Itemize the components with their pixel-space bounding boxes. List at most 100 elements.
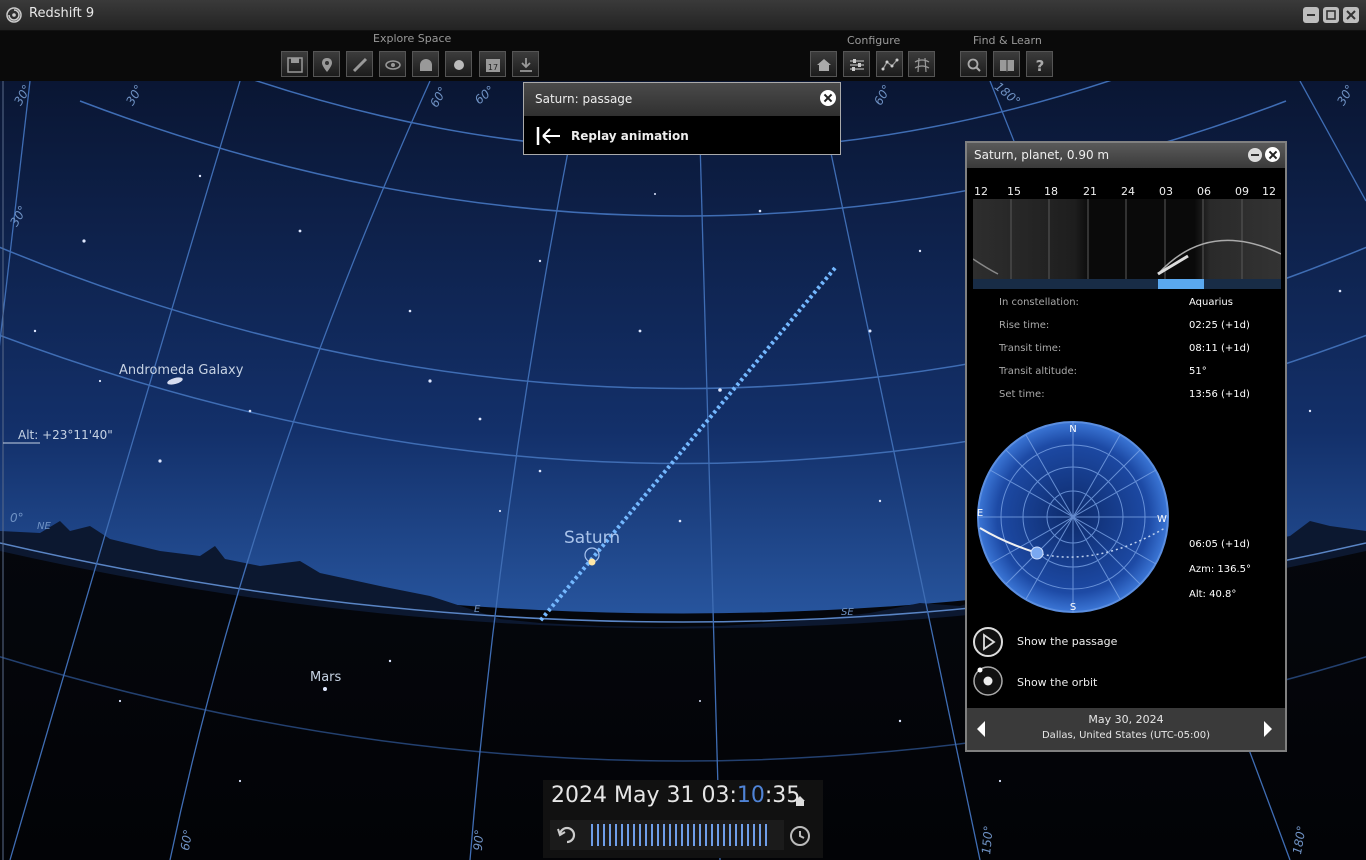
hour-tick: 06 <box>1197 185 1211 198</box>
download-button[interactable] <box>512 51 539 77</box>
compass-south: S <box>1070 602 1076 613</box>
grid-label: 150° <box>979 824 996 856</box>
view-button[interactable] <box>379 51 406 77</box>
time-flow-slider[interactable] <box>550 820 784 850</box>
help-icon: ? <box>1036 57 1045 74</box>
date-navigation: May 30, 2024 Dallas, United States (UTC-… <box>967 708 1285 750</box>
telescope-icon <box>352 57 368 73</box>
hour-tick: 12 <box>974 185 988 198</box>
eye-icon <box>385 60 401 70</box>
hour-tick: 18 <box>1044 185 1058 198</box>
sky-compass-chart[interactable]: N E S W <box>975 418 1175 618</box>
compass-west: W <box>1157 514 1167 525</box>
hour-tick: 03 <box>1159 185 1173 198</box>
saturn-label[interactable]: Saturn <box>564 528 620 548</box>
info-row-label: Transit time: <box>999 343 1062 354</box>
info-row-label: Set time: <box>999 389 1045 400</box>
altitude-readout: Alt: +23°11'40" <box>18 428 113 442</box>
info-row-value: 02:25 (+1d) <box>1189 320 1250 331</box>
info-row-value: 51° <box>1189 366 1207 377</box>
visibility-graph[interactable] <box>973 199 1281 289</box>
object-info-panel: Saturn, planet, 0.90 m 12 15 18 21 24 03… <box>965 141 1287 752</box>
time-control: 2024 May 31 03:10:35 <box>543 780 823 858</box>
mars-label[interactable]: Mars <box>310 670 341 685</box>
configure-label: Configure <box>847 34 901 47</box>
download-icon <box>520 58 532 72</box>
svg-text:17: 17 <box>488 63 498 72</box>
show-orbit-button[interactable]: Show the orbit <box>1017 676 1097 689</box>
history-icon[interactable] <box>788 824 812 848</box>
replay-animation-button[interactable]: Replay animation <box>571 129 689 143</box>
sky-objects-button[interactable] <box>445 51 472 77</box>
settings-button[interactable] <box>843 51 870 77</box>
grid-button[interactable] <box>908 51 935 77</box>
passage-popup: Saturn: passage Replay animation <box>523 82 841 155</box>
constellations-button[interactable] <box>876 51 903 77</box>
next-day-icon[interactable] <box>1262 720 1274 738</box>
position-time: 06:05 (+1d) <box>1189 539 1250 550</box>
popup-close-button[interactable] <box>820 90 836 106</box>
grid-icon <box>914 57 930 73</box>
help-button[interactable]: ? <box>1026 51 1053 77</box>
popup-header: Saturn: passage <box>524 83 840 116</box>
horizon-label-se: SE <box>841 607 854 618</box>
play-passage-icon[interactable] <box>972 626 1004 658</box>
home-button[interactable] <box>810 51 837 77</box>
search-icon <box>967 58 981 72</box>
show-passage-button[interactable]: Show the passage <box>1017 635 1117 648</box>
info-row-value: 08:11 (+1d) <box>1189 343 1250 354</box>
info-row-label: Rise time: <box>999 320 1050 331</box>
observatory-icon <box>420 59 432 71</box>
hour-tick: 24 <box>1121 185 1135 198</box>
date-time-display[interactable]: 2024 May 31 03:10:35 <box>551 783 800 808</box>
home-time-icon[interactable] <box>794 795 806 807</box>
info-panel-header: Saturn, planet, 0.90 m <box>967 143 1285 168</box>
panel-date: May 30, 2024 <box>1088 713 1164 726</box>
library-button[interactable] <box>993 51 1020 77</box>
planet-icon <box>454 60 464 70</box>
hour-tick: 12 <box>1262 185 1276 198</box>
info-row-value: Aquarius <box>1189 297 1233 308</box>
hour-tick: 15 <box>1007 185 1021 198</box>
compass-east: E <box>977 508 983 519</box>
replay-arrow-icon[interactable] <box>536 126 562 146</box>
minimize-button[interactable] <box>1303 7 1319 23</box>
clock-minutes[interactable]: 10 <box>737 783 765 808</box>
panel-location: Dallas, United States (UTC-05:00) <box>1041 730 1211 741</box>
save-button[interactable] <box>281 51 308 77</box>
hour-tick: 09 <box>1235 185 1249 198</box>
orbit-icon[interactable] <box>972 665 1004 697</box>
maximize-button[interactable] <box>1323 7 1339 23</box>
sliders-icon <box>850 59 864 71</box>
toolbar <box>0 31 1366 81</box>
title-bar: Redshift 9 <box>0 0 1366 31</box>
andromeda-label[interactable]: Andromeda Galaxy <box>119 363 243 378</box>
map-pin-icon <box>322 58 332 72</box>
minimize-panel-icon[interactable] <box>1247 147 1263 163</box>
telescope-button[interactable] <box>346 51 373 77</box>
clock-date[interactable]: 2024 May 31 03: <box>551 783 737 808</box>
popup-title: Saturn: passage <box>535 92 633 106</box>
explore-space-label: Explore Space <box>373 32 452 45</box>
home-icon <box>817 59 831 71</box>
info-panel-close-button[interactable] <box>1265 147 1280 162</box>
observatory-button[interactable] <box>412 51 439 77</box>
floppy-icon <box>287 57 303 73</box>
grid-label: 90° <box>470 828 487 852</box>
hour-tick: 21 <box>1083 185 1097 198</box>
redshift-logo-icon <box>6 7 22 23</box>
book-icon <box>1000 60 1014 72</box>
calendar-icon: 17 <box>486 59 500 72</box>
constellation-icon <box>881 58 899 71</box>
calendar-button[interactable]: 17 <box>479 51 506 77</box>
grid-label: 0° <box>10 511 24 525</box>
horizon-label-e: E <box>474 604 481 615</box>
search-button[interactable] <box>960 51 987 77</box>
position-azimuth: Azm: 136.5° <box>1189 564 1252 575</box>
info-row-value: 13:56 (+1d) <box>1189 389 1250 400</box>
close-window-button[interactable] <box>1343 7 1359 23</box>
svg-text:?: ? <box>1036 57 1045 74</box>
info-row-label: In constellation: <box>999 297 1079 308</box>
info-row-label: Transit altitude: <box>999 366 1078 377</box>
location-button[interactable] <box>313 51 340 77</box>
